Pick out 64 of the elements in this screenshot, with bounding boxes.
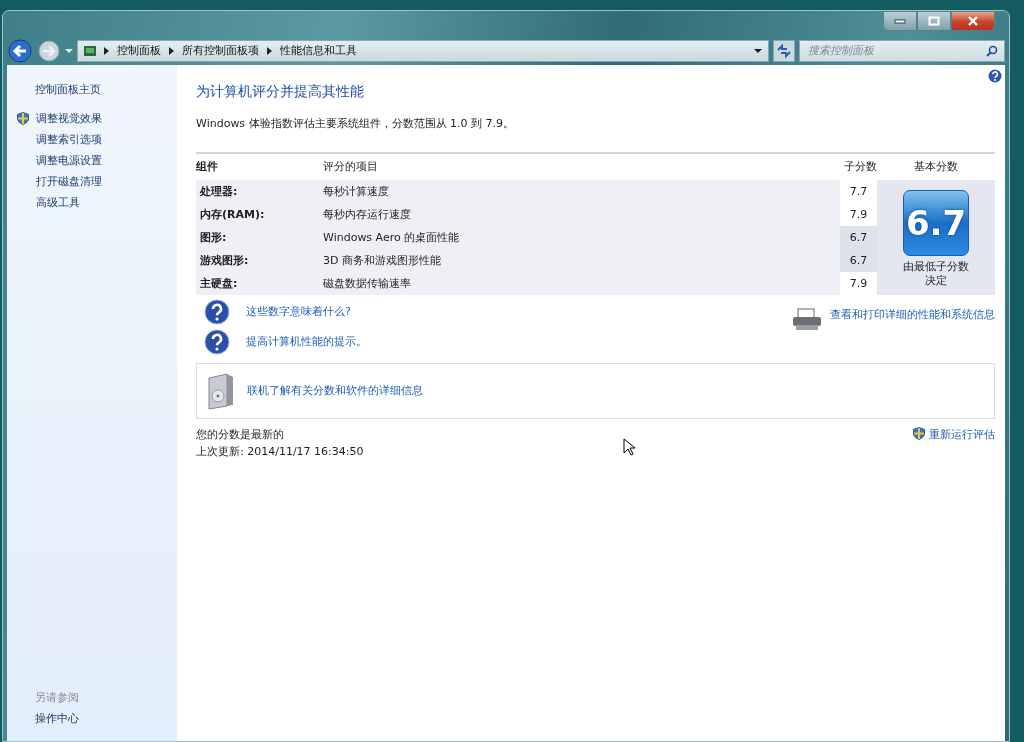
rated-item-cell: 磁盘数据传输速率 (323, 272, 840, 296)
rated-item-cell: 每秒计算速度 (323, 180, 840, 204)
component-cell: 主硬盘: (196, 272, 323, 296)
see-also-heading: 另请参阅 (34, 690, 80, 706)
online-info-link[interactable]: 联机了解有关分数和软件的详细信息 (247, 383, 423, 400)
shield-icon (913, 427, 925, 441)
sidebar-link[interactable]: 打开磁盘清理 (36, 171, 102, 192)
base-score-tile: 6.7 (903, 190, 969, 257)
subscore-cell: 6.7 (840, 226, 877, 250)
help-icon[interactable] (988, 69, 1002, 83)
chevron-icon[interactable] (169, 47, 174, 55)
forward-icon[interactable] (37, 39, 61, 63)
rerun-assessment-link[interactable]: 重新运行评估 (929, 427, 995, 444)
column-header: 组件 (196, 159, 219, 176)
sidebar-link[interactable]: 调整视觉效果 (36, 108, 102, 129)
software-box-icon (205, 372, 235, 411)
rated-item-cell: 3D 商务和游戏图形性能 (323, 249, 840, 273)
shield-icon (17, 112, 29, 125)
minimize-button[interactable] (883, 11, 917, 31)
sidebar-link[interactable]: 控制面板主页 (31, 79, 177, 100)
close-icon (967, 16, 979, 26)
component-cell: 图形: (196, 226, 323, 250)
control-panel-icon (84, 46, 96, 56)
status-text: 您的分数是最新的 (196, 427, 284, 444)
close-button[interactable] (951, 11, 995, 31)
component-cell: 处理器: (196, 180, 323, 204)
search-field[interactable]: 搜索控制面板 (799, 40, 1005, 62)
question-icon (204, 329, 230, 356)
column-header: 子分数 (843, 159, 877, 176)
component-cell: 游戏图形: (196, 249, 323, 273)
column-header: 基本分数 (913, 159, 959, 176)
base-score-caption: 由最低子分数决定 (902, 259, 970, 288)
chevron-icon[interactable] (104, 47, 109, 55)
minimize-icon (894, 18, 906, 24)
print-details-link[interactable]: 查看和打印详细的性能和系统信息 (830, 307, 995, 324)
help-link[interactable]: 提高计算机性能的提示。 (246, 334, 367, 351)
last-updated-text: 上次更新: 2014/11/17 16:34:50 (196, 443, 364, 460)
chevron-icon[interactable] (267, 47, 272, 55)
refresh-icon[interactable] (773, 40, 795, 62)
help-link[interactable]: 这些数字意味着什么? (246, 304, 351, 321)
address-bar[interactable]: 控制面板 所有控制面板项 性能信息和工具 (77, 40, 769, 62)
search-input[interactable]: 搜索控制面板 (806, 41, 986, 61)
printer-icon (792, 307, 822, 332)
breadcrumb-link[interactable]: 所有控制面板项 (182, 42, 259, 60)
sidebar-link[interactable]: 操作中心 (31, 708, 177, 729)
dropdown-icon[interactable] (754, 48, 762, 54)
back-icon[interactable] (7, 38, 33, 64)
rated-item-cell: 每秒内存运行速度 (323, 203, 840, 227)
breadcrumb-link[interactable]: 控制面板 (117, 42, 161, 60)
sidebar-link[interactable]: 调整电源设置 (36, 150, 102, 171)
column-header: 评分的项目 (323, 159, 379, 176)
mouse-cursor-icon (623, 438, 635, 456)
page-title: 为计算机评分并提高其性能 (196, 83, 365, 100)
description-text: Windows 体验指数评估主要系统组件，分数范围从 1.0 到 7.9。 (196, 115, 516, 132)
sidebar-link[interactable]: 高级工具 (36, 192, 80, 213)
search-icon[interactable] (986, 45, 998, 57)
maximize-icon (928, 16, 940, 26)
rated-item-cell: Windows Aero 的桌面性能 (323, 226, 840, 250)
breadcrumb-link[interactable]: 性能信息和工具 (280, 42, 357, 60)
maximize-button[interactable] (917, 11, 951, 31)
component-cell: 内存(RAM): (196, 203, 323, 227)
sidebar-link[interactable]: 调整索引选项 (36, 129, 102, 150)
question-icon (204, 299, 230, 326)
subscore-cell: 6.7 (840, 249, 877, 273)
